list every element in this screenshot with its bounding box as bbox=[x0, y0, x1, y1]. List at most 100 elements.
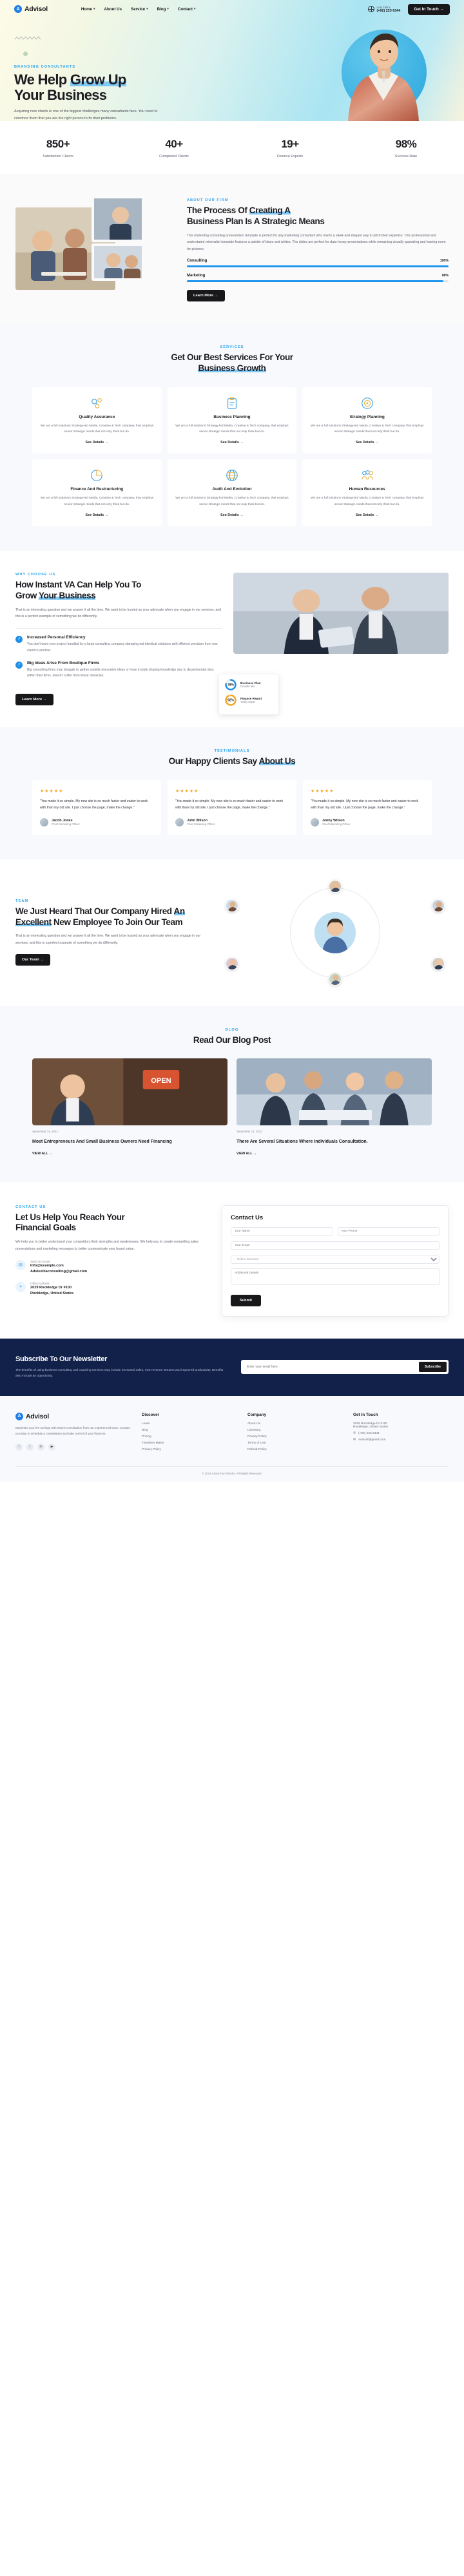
blog-title: Read Our Blog Post bbox=[193, 1035, 271, 1045]
social-icon-0[interactable]: f bbox=[15, 1443, 23, 1451]
feature-desc: Big consulting firms may struggle to gat… bbox=[27, 667, 214, 678]
nav-label: Home bbox=[81, 6, 93, 12]
service-see-details-link[interactable]: See Details → bbox=[356, 441, 379, 444]
email-input[interactable] bbox=[231, 1241, 440, 1250]
message-textarea[interactable] bbox=[231, 1268, 440, 1285]
footer-link[interactable]: Privacy Policy bbox=[142, 1448, 237, 1451]
why-feature-2: ↗ Big Ideas Arise From Boutique Firms Bi… bbox=[15, 661, 222, 680]
service-card[interactable]: Strategy Planning We are a full solution… bbox=[302, 386, 432, 454]
testimonial-role: Chief Marketing Officer bbox=[322, 822, 351, 826]
get-in-touch-button[interactable]: Get In Touch → bbox=[408, 3, 450, 15]
contact-form: Contact Us Select Services Submit bbox=[222, 1205, 449, 1317]
stat-number: 98% bbox=[395, 138, 417, 150]
service-card[interactable]: Human Resources We are a full solutions … bbox=[302, 459, 432, 527]
blog-view-all-link[interactable]: VIEW ALL → bbox=[32, 1152, 52, 1156]
about-title-highlight: Creating A bbox=[249, 205, 291, 215]
nav-item-contact[interactable]: Contact ▾ bbox=[178, 7, 196, 12]
chevron-down-icon: ▾ bbox=[93, 7, 95, 11]
our-team-button[interactable]: Our Team → bbox=[15, 954, 51, 966]
team-avatar-2[interactable] bbox=[432, 899, 445, 912]
service-card[interactable]: Finance And Restructuring We are a full … bbox=[32, 459, 162, 527]
phone-number: (+92) 223 6344 bbox=[376, 8, 401, 13]
newsletter-email-input[interactable] bbox=[243, 1365, 419, 1369]
blog-post-2[interactable]: September 14, 2022 There Are Several Sit… bbox=[237, 1058, 432, 1157]
footer-address-text: 2029 Rockledge Dr #100 Rockledge, United… bbox=[353, 1422, 389, 1429]
globe-icon bbox=[367, 6, 374, 12]
about-image-bottom bbox=[92, 243, 144, 281]
service-card[interactable]: Audit And Evolution We are a full soluti… bbox=[167, 459, 297, 527]
footer-link[interactable]: Learn bbox=[142, 1422, 237, 1426]
service-card[interactable]: Business Planning We are a full solution… bbox=[167, 386, 297, 454]
stat-number: 850+ bbox=[46, 138, 70, 150]
service-see-details-link[interactable]: See Details → bbox=[220, 513, 244, 517]
nav-item-blog[interactable]: Blog ▾ bbox=[157, 7, 169, 12]
about-images bbox=[15, 196, 177, 292]
footer-logo[interactable]: A Advisol bbox=[15, 1412, 131, 1420]
about-image-top bbox=[92, 196, 144, 242]
service-see-details-link[interactable]: See Details → bbox=[86, 441, 109, 444]
service-see-details-link[interactable]: See Details → bbox=[356, 513, 379, 517]
why-title: How Instant VA Can Help You To Grow Your… bbox=[15, 580, 222, 602]
blog-view-all-link[interactable]: VIEW ALL → bbox=[237, 1152, 256, 1156]
main-nav: Home ▾ About Us Service ▾ Blog ▾ Contact… bbox=[81, 7, 196, 12]
service-see-details-link[interactable]: See Details → bbox=[86, 513, 109, 517]
hero-eyebrow: BRANDING CONSULTANTS bbox=[14, 65, 76, 69]
stat-number: 19+ bbox=[281, 138, 299, 150]
footer-link[interactable]: Privacy Policy bbox=[247, 1435, 343, 1438]
testimonials-title-highlight: About Us bbox=[258, 756, 296, 767]
footer-copyright: © 2024 Advisol by Shimha. All Rights Res… bbox=[15, 1465, 449, 1482]
service-see-details-link[interactable]: See Details → bbox=[220, 441, 244, 444]
about-learn-more-button[interactable]: Learn More → bbox=[187, 289, 225, 301]
footer-link[interactable]: Pricing bbox=[142, 1435, 237, 1438]
submit-button[interactable]: Submit bbox=[231, 1294, 261, 1306]
social-icon-3[interactable]: ▶ bbox=[48, 1443, 55, 1451]
first-name-input[interactable] bbox=[231, 1226, 333, 1236]
service-name: Business Planning bbox=[213, 414, 251, 419]
social-icon-2[interactable]: in bbox=[37, 1443, 44, 1451]
skill-bar-consulting: Consulting 100% bbox=[187, 259, 449, 267]
footer-link[interactable]: About Us bbox=[247, 1422, 343, 1426]
service-card[interactable]: Quality Assurance We are a full solution… bbox=[32, 386, 162, 454]
contact-title: Let Us Help You Reach Your Financial Goa… bbox=[15, 1212, 209, 1234]
why-title-highlight: Your Business bbox=[39, 590, 96, 600]
nav-item-home[interactable]: Home ▾ bbox=[81, 7, 95, 12]
nav-item-about-us[interactable]: About Us bbox=[104, 7, 122, 12]
team-avatar-3[interactable] bbox=[432, 957, 445, 970]
header-phone[interactable]: Lets Talk's (+92) 223 6344 bbox=[367, 6, 401, 13]
footer-link[interactable]: Timelines Maker bbox=[142, 1442, 237, 1445]
footer-link[interactable]: Refund Policy bbox=[247, 1448, 343, 1451]
footer-link[interactable]: Blog bbox=[142, 1429, 237, 1432]
footer-phone[interactable]: ✆ (+92) 223 6344 bbox=[353, 1432, 449, 1435]
logo-text: Advisol bbox=[24, 5, 48, 13]
blog-post-1[interactable]: OPEN September 14, 2022 Most Entrepreneu… bbox=[32, 1058, 227, 1157]
footer-logo-text: Advisol bbox=[26, 1412, 49, 1420]
hero-title: We Help Grow Up Your Business bbox=[14, 72, 208, 103]
stat-item: 19+ Finance Experts bbox=[232, 138, 348, 158]
contact-body: We help you to better understand your co… bbox=[15, 1240, 198, 1251]
contact-info-value[interactable]: Info@Example.com Advisolbaconsulting@gma… bbox=[30, 1263, 87, 1274]
team-avatar-4[interactable] bbox=[329, 972, 342, 986]
footer-link[interactable]: Licensing bbox=[247, 1429, 343, 1432]
phone-input[interactable] bbox=[337, 1226, 440, 1236]
stat-item: 850+ Satisfaction Clients bbox=[0, 138, 116, 158]
page-root: A Advisol Home ▾ About Us Service ▾ Blog… bbox=[0, 0, 464, 1482]
team-avatar-6[interactable] bbox=[226, 899, 238, 912]
why-learn-more-button[interactable]: Learn More → bbox=[15, 694, 53, 706]
services-select[interactable]: Select Services bbox=[231, 1255, 440, 1264]
social-icon-1[interactable]: t bbox=[26, 1443, 34, 1451]
testimonial-quote: "You made it so simple. My new site is s… bbox=[175, 799, 284, 810]
header-actions: Lets Talk's (+92) 223 6344 Get In Touch … bbox=[367, 3, 450, 15]
subscribe-button[interactable]: Subscribe bbox=[418, 1362, 447, 1373]
newsletter-section: Subscribe To Our Newsletter The benefits… bbox=[0, 1338, 464, 1396]
services-title: Get Our Best Services For Your Business … bbox=[32, 352, 432, 374]
progress-ring-icon: 92% bbox=[225, 694, 237, 707]
footer-email[interactable]: ✉ Advisol@gmail.com bbox=[353, 1438, 449, 1442]
footer-link[interactable]: Terms of Use bbox=[247, 1442, 343, 1445]
about-eyebrow: ABOUT OUR FIRM bbox=[187, 198, 229, 202]
team-avatar-1[interactable] bbox=[329, 879, 342, 893]
logo[interactable]: A Advisol bbox=[14, 5, 48, 13]
rating-stars: ★★★★★ bbox=[175, 789, 199, 794]
team-avatar-5[interactable] bbox=[226, 957, 238, 970]
nav-item-service[interactable]: Service ▾ bbox=[131, 7, 148, 12]
blog-eyebrow: BLOG bbox=[225, 1027, 239, 1032]
